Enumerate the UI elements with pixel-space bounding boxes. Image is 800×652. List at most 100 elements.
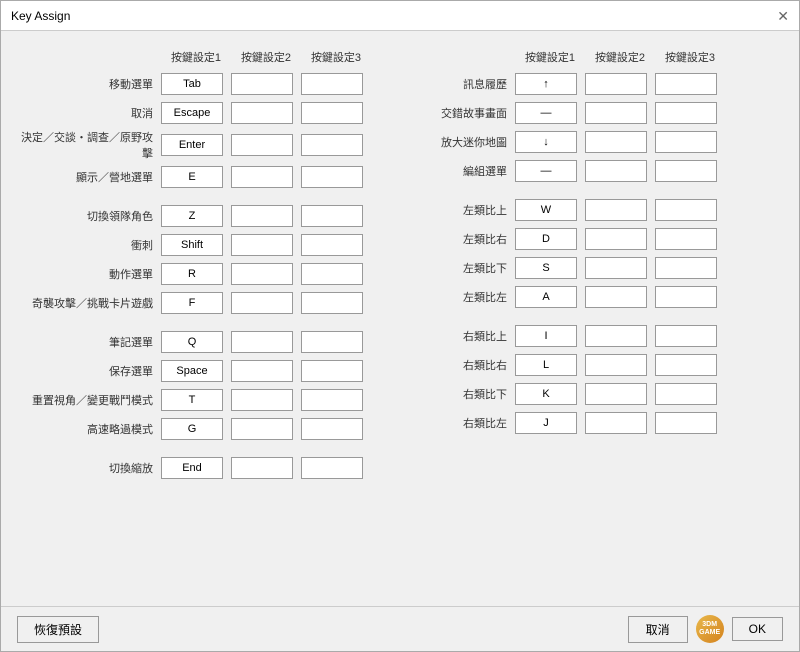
key-input-key3[interactable]	[655, 228, 717, 250]
key-input-key3[interactable]	[655, 131, 717, 153]
key-input-key2[interactable]	[231, 292, 293, 314]
key-input-key2[interactable]	[231, 418, 293, 440]
close-button[interactable]: ✕	[777, 9, 789, 23]
key-input-key1[interactable]	[515, 354, 577, 376]
row-label: 奇襲攻擊／挑戰卡片遊戲	[21, 295, 161, 311]
row-label: 右類比上	[405, 328, 515, 344]
key-input-key2[interactable]	[585, 354, 647, 376]
key-input-key1[interactable]	[161, 73, 223, 95]
key-input-key2[interactable]	[585, 102, 647, 124]
key-input-key3[interactable]	[301, 418, 363, 440]
key-input-key1[interactable]	[515, 102, 577, 124]
key-input-key1[interactable]	[161, 418, 223, 440]
key-input-key1[interactable]	[515, 228, 577, 250]
key-input-key2[interactable]	[231, 457, 293, 479]
key-input-key1[interactable]	[515, 160, 577, 182]
key-input-key3[interactable]	[301, 360, 363, 382]
key-input-key1[interactable]	[515, 131, 577, 153]
key-input-key3[interactable]	[655, 199, 717, 221]
key-input-key3[interactable]	[655, 412, 717, 434]
key-input-key2[interactable]	[585, 383, 647, 405]
key-input-key2[interactable]	[231, 263, 293, 285]
key-input-key1[interactable]	[161, 292, 223, 314]
key-input-key2[interactable]	[231, 102, 293, 124]
key-input-key3[interactable]	[301, 134, 363, 156]
footer-right: 取消 3DMGAME OK	[628, 615, 783, 643]
key-input-key3[interactable]	[655, 102, 717, 124]
key-input-key1[interactable]	[161, 457, 223, 479]
key-input-key1[interactable]	[161, 331, 223, 353]
key-input-key1[interactable]	[161, 166, 223, 188]
key-input-key2[interactable]	[231, 205, 293, 227]
key-input-key1[interactable]	[515, 412, 577, 434]
key-input-key3[interactable]	[655, 383, 717, 405]
restore-button[interactable]: 恢復預設	[17, 616, 99, 643]
key-input-key1[interactable]	[515, 383, 577, 405]
key-input-key2[interactable]	[231, 134, 293, 156]
key-input-key2[interactable]	[231, 331, 293, 353]
key-input-key2[interactable]	[231, 360, 293, 382]
table-row: 右類比下	[405, 381, 779, 407]
key-input-key1[interactable]	[515, 73, 577, 95]
key-input-key3[interactable]	[655, 160, 717, 182]
key-input-key1[interactable]	[161, 134, 223, 156]
row-label: 衝刺	[21, 237, 161, 253]
row-label: 右類比右	[405, 357, 515, 373]
row-label: 高速略過模式	[21, 421, 161, 437]
key-input-key3[interactable]	[301, 73, 363, 95]
key-input-key3[interactable]	[301, 457, 363, 479]
table-row: 取消	[21, 100, 395, 126]
key-input-key2[interactable]	[231, 234, 293, 256]
key-input-key1[interactable]	[161, 205, 223, 227]
key-input-key3[interactable]	[655, 354, 717, 376]
key-input-key3[interactable]	[301, 166, 363, 188]
key-input-key2[interactable]	[585, 228, 647, 250]
key-input-key3[interactable]	[301, 331, 363, 353]
key-input-key3[interactable]	[301, 102, 363, 124]
key-input-key2[interactable]	[585, 325, 647, 347]
key-input-key2[interactable]	[231, 389, 293, 411]
table-row: 左類比下	[405, 255, 779, 281]
key-input-key1[interactable]	[515, 199, 577, 221]
key-input-key1[interactable]	[515, 257, 577, 279]
key-input-key1[interactable]	[161, 389, 223, 411]
key-input-key1[interactable]	[515, 286, 577, 308]
key-input-key3[interactable]	[301, 389, 363, 411]
key-input-key1[interactable]	[161, 234, 223, 256]
key-input-key1[interactable]	[161, 102, 223, 124]
key-input-key3[interactable]	[301, 205, 363, 227]
ok-button[interactable]: OK	[732, 617, 783, 641]
key-input-key2[interactable]	[585, 286, 647, 308]
key-input-key2[interactable]	[585, 160, 647, 182]
row-label: 動作選單	[21, 266, 161, 282]
key-input-key1[interactable]	[161, 263, 223, 285]
footer: 恢復預設 取消 3DMGAME OK	[1, 606, 799, 651]
key-input-key2[interactable]	[585, 73, 647, 95]
key-input-key3[interactable]	[301, 292, 363, 314]
key-input-key2[interactable]	[585, 131, 647, 153]
row-label: 切換縮放	[21, 460, 161, 476]
key-input-key2[interactable]	[231, 166, 293, 188]
key-input-key2[interactable]	[585, 412, 647, 434]
row-label: 交錯故事畫面	[405, 105, 515, 121]
left-col1-header: 按鍵設定1	[161, 47, 231, 67]
key-input-key2[interactable]	[585, 199, 647, 221]
key-input-key3[interactable]	[655, 286, 717, 308]
key-input-key3[interactable]	[301, 234, 363, 256]
spacer	[21, 445, 395, 455]
table-row: 右類比上	[405, 323, 779, 349]
key-input-key2[interactable]	[231, 73, 293, 95]
key-input-key3[interactable]	[655, 73, 717, 95]
key-input-key3[interactable]	[655, 325, 717, 347]
key-input-key1[interactable]	[161, 360, 223, 382]
row-label: 左類比下	[405, 260, 515, 276]
key-input-key2[interactable]	[585, 257, 647, 279]
cancel-button[interactable]: 取消	[628, 616, 688, 643]
key-input-key3[interactable]	[655, 257, 717, 279]
columns-container: 按鍵設定1 按鍵設定2 按鍵設定3 移動選單取消決定／交談・調查／原野攻擊顯示／…	[21, 47, 779, 484]
key-input-key1[interactable]	[515, 325, 577, 347]
row-label: 重置視角／變更戰鬥模式	[21, 392, 161, 408]
right-col2-header: 按鍵設定2	[585, 47, 655, 67]
key-input-key3[interactable]	[301, 263, 363, 285]
spacer	[21, 319, 395, 329]
